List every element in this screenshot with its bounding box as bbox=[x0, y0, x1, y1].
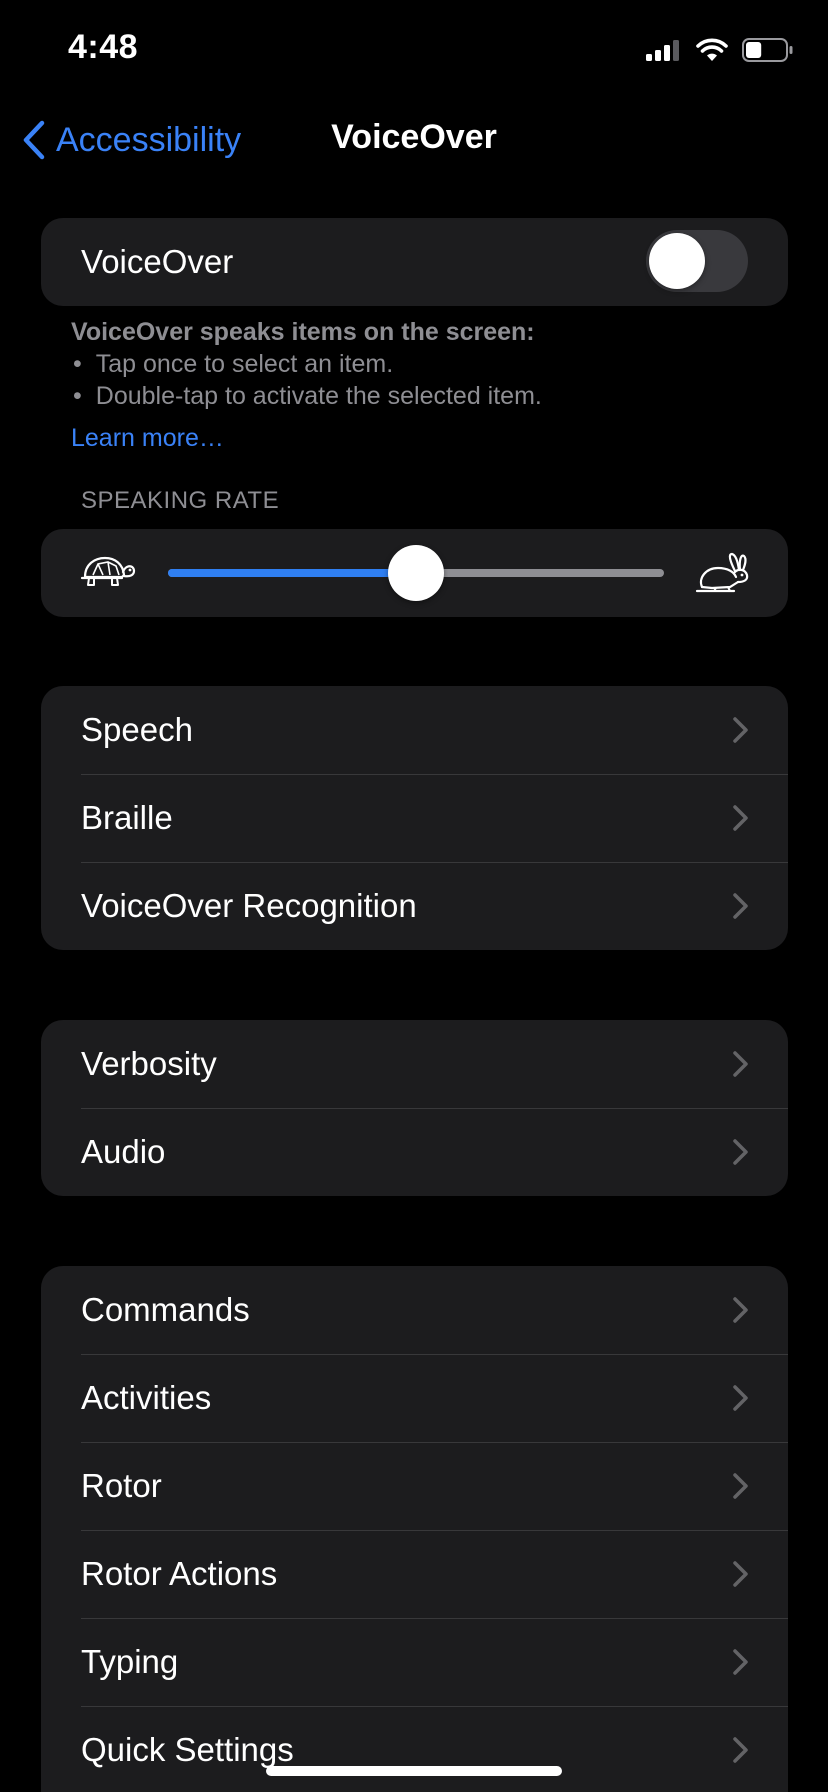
description-bullet: • Tap once to select an item. bbox=[71, 348, 761, 380]
slider-fill bbox=[168, 569, 416, 577]
row-speech[interactable]: Speech bbox=[41, 686, 788, 774]
row-label: Activities bbox=[81, 1379, 212, 1416]
row-label: Braille bbox=[81, 799, 173, 836]
description-heading: VoiceOver speaks items on the screen: bbox=[71, 318, 535, 346]
chevron-right-icon bbox=[733, 805, 748, 831]
speaking-rate-group bbox=[41, 529, 788, 617]
voiceover-description: VoiceOver speaks items on the screen: • … bbox=[71, 316, 761, 412]
row-label: Rotor bbox=[81, 1467, 162, 1504]
row-rotor[interactable]: Rotor bbox=[41, 1442, 788, 1530]
row-label: Typing bbox=[81, 1643, 179, 1680]
bullet-mark: • bbox=[73, 382, 82, 410]
row-label: Speech bbox=[81, 711, 193, 748]
chevron-right-icon bbox=[733, 1139, 748, 1165]
row-braille[interactable]: Braille bbox=[41, 774, 788, 862]
row-label: VoiceOver Recognition bbox=[81, 887, 417, 924]
row-quick-settings[interactable]: Quick Settings bbox=[41, 1706, 788, 1792]
cellular-signal-icon bbox=[646, 40, 679, 61]
voiceover-toggle-label: VoiceOver bbox=[81, 243, 234, 280]
description-bullet-text: Double-tap to activate the selected item… bbox=[95, 382, 542, 410]
chevron-right-icon bbox=[733, 717, 748, 743]
chevron-right-icon bbox=[733, 1297, 748, 1323]
row-audio[interactable]: Audio bbox=[41, 1108, 788, 1196]
speaking-rate-slider[interactable] bbox=[168, 545, 664, 601]
navigation-bar: Accessibility VoiceOver bbox=[0, 100, 828, 180]
chevron-right-icon bbox=[733, 1051, 748, 1077]
voiceover-toggle-row: VoiceOver bbox=[41, 218, 788, 306]
speaking-rate-slider-row bbox=[41, 529, 788, 617]
status-bar: 4:48 bbox=[0, 0, 828, 100]
description-bullet: • Double-tap to activate the selected it… bbox=[71, 380, 761, 412]
voiceover-toggle[interactable] bbox=[646, 230, 748, 292]
bullet-mark: • bbox=[73, 350, 82, 378]
row-label: Commands bbox=[81, 1291, 250, 1328]
row-typing[interactable]: Typing bbox=[41, 1618, 788, 1706]
chevron-right-icon bbox=[733, 1649, 748, 1675]
settings-group-3: Commands Activities Rotor Rotor Actions … bbox=[41, 1266, 788, 1792]
wifi-icon bbox=[696, 38, 728, 61]
settings-group-2: Verbosity Audio bbox=[41, 1020, 788, 1196]
row-rotor-actions[interactable]: Rotor Actions bbox=[41, 1530, 788, 1618]
description-bullet-text: Tap once to select an item. bbox=[95, 350, 394, 378]
chevron-right-icon bbox=[733, 893, 748, 919]
page-title: VoiceOver bbox=[331, 118, 497, 156]
chevron-right-icon bbox=[733, 1473, 748, 1499]
speaking-rate-header: SPEAKING RATE bbox=[81, 487, 280, 514]
status-time: 4:48 bbox=[68, 28, 139, 66]
home-indicator bbox=[266, 1766, 562, 1776]
settings-group-1: Speech Braille VoiceOver Recognition bbox=[41, 686, 788, 950]
chevron-right-icon bbox=[733, 1385, 748, 1411]
learn-more-link[interactable]: Learn more… bbox=[71, 424, 224, 453]
battery-icon bbox=[742, 38, 793, 62]
row-label: Quick Settings bbox=[81, 1731, 294, 1768]
chevron-right-icon bbox=[733, 1561, 748, 1587]
chevron-right-icon bbox=[733, 1737, 748, 1763]
slider-thumb[interactable] bbox=[388, 545, 444, 601]
row-label: Verbosity bbox=[81, 1045, 217, 1082]
row-commands[interactable]: Commands bbox=[41, 1266, 788, 1354]
row-label: Rotor Actions bbox=[81, 1555, 278, 1592]
turtle-icon bbox=[80, 556, 136, 586]
rabbit-icon bbox=[695, 552, 749, 593]
row-label: Audio bbox=[81, 1133, 166, 1170]
voiceover-toggle-group: VoiceOver bbox=[41, 218, 788, 306]
row-activities[interactable]: Activities bbox=[41, 1354, 788, 1442]
status-icons bbox=[646, 34, 794, 66]
toggle-knob bbox=[649, 233, 705, 289]
row-voiceover-recognition[interactable]: VoiceOver Recognition bbox=[41, 862, 788, 950]
row-verbosity[interactable]: Verbosity bbox=[41, 1020, 788, 1108]
